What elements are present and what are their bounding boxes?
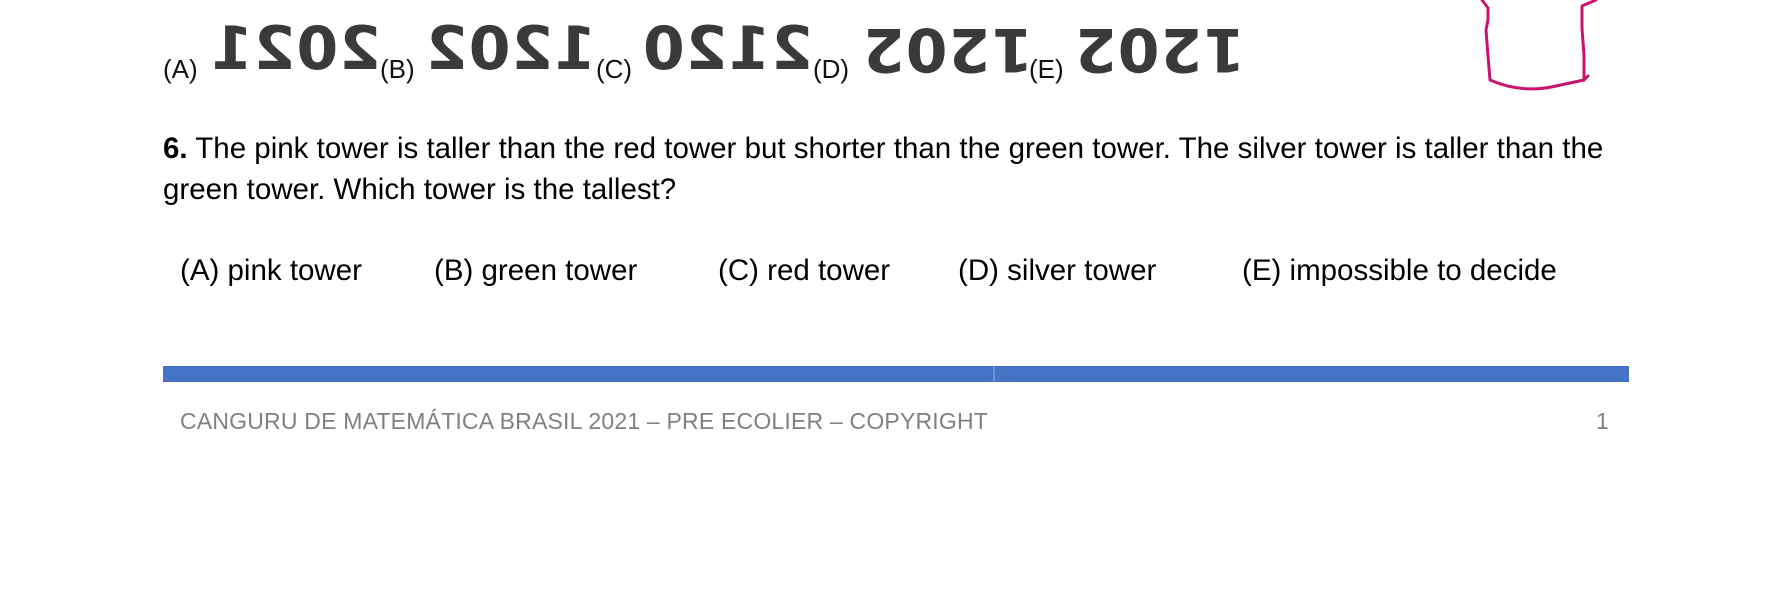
footer-copyright: CANGURU DE MATEMÁTICA BRASIL 2021 – PRE … (180, 408, 989, 434)
answer-c[interactable]: (C) red tower (718, 254, 890, 288)
question-number: 6. (163, 132, 188, 165)
answer-a[interactable]: (A) pink tower (180, 254, 362, 288)
answer-b[interactable]: (B) green tower (434, 254, 637, 288)
question-6: 6. The pink tower is taller than the red… (163, 128, 1643, 210)
option-d-mirrored-number: 1202 (862, 14, 1033, 84)
footer-divider-bar (163, 366, 1629, 382)
footer-divider-seam (993, 366, 995, 382)
question-text: The pink tower is taller than the red to… (163, 132, 1604, 206)
option-e-mirrored-number: 1202 (1074, 14, 1245, 84)
answer-d[interactable]: (D) silver tower (958, 254, 1156, 288)
option-c-mirrored-number: 2120 (642, 14, 813, 84)
answer-e[interactable]: (E) impossible to decide (1242, 254, 1557, 288)
option-d-label: (D) (813, 54, 850, 84)
option-c-label: (C) (596, 54, 633, 84)
option-b-label: (B) (380, 54, 415, 84)
option-a-mirrored-number: 2021 (210, 14, 381, 84)
option-b-mirrored-number: 1202 (425, 14, 596, 84)
option-a-label: (A) (163, 54, 198, 84)
page-number: 1 (1596, 408, 1609, 434)
option-e-label: (E) (1029, 54, 1064, 84)
t-shirt-outline-icon (1480, 0, 1598, 91)
